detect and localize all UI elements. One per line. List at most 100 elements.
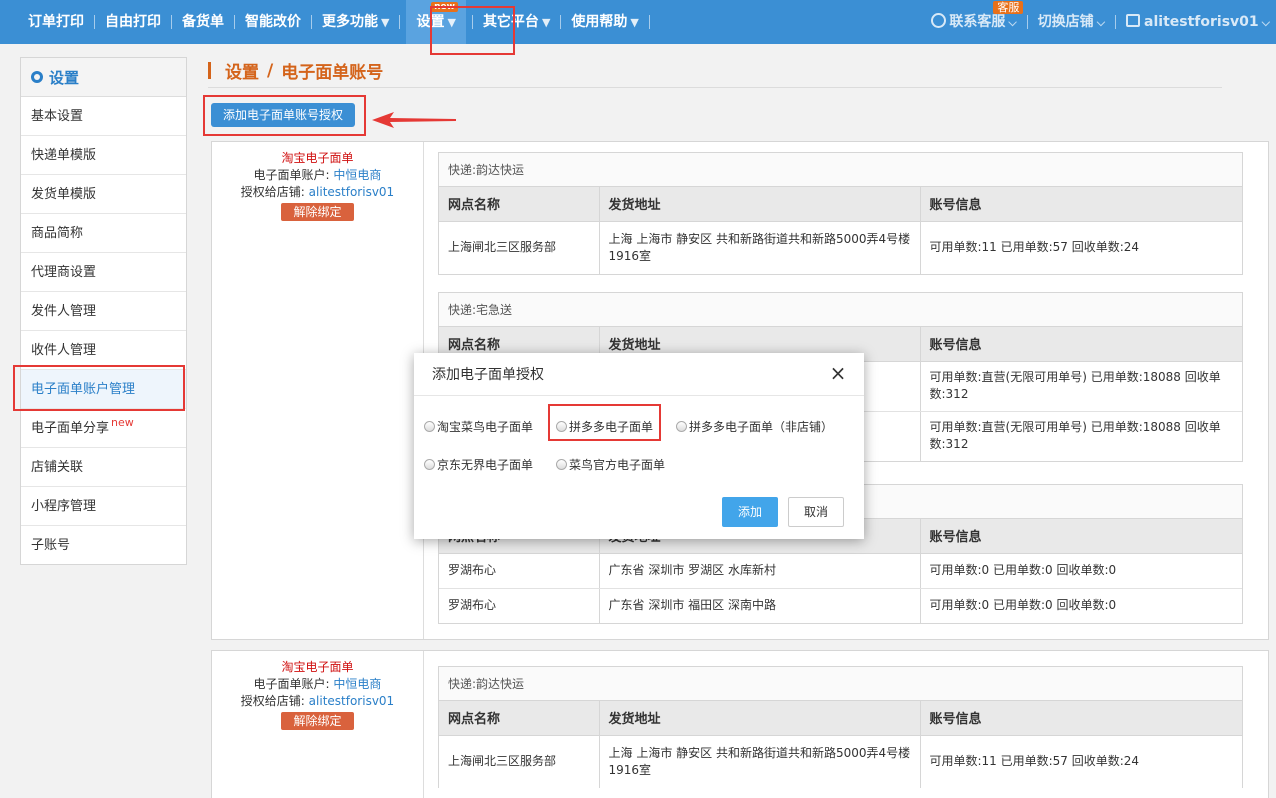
breadcrumb-root[interactable]: 设置 <box>225 58 259 83</box>
nav-help[interactable]: 使用帮助 ▼ <box>561 0 648 44</box>
radio-button[interactable] <box>556 459 567 470</box>
dialog-title: 添加电子面单授权 <box>432 367 544 383</box>
chevron-down-icon: ⌵ <box>1261 16 1270 29</box>
add-waybill-auth-button[interactable]: 添加电子面单账号授权 <box>211 103 355 127</box>
sidebar-item-shop-link[interactable]: 店铺关联 <box>21 448 186 487</box>
shop-icon <box>1126 14 1141 27</box>
dialog-header: 添加电子面单授权 × <box>414 353 864 396</box>
account-stats: 可用单数:0 已用单数:0 回收单数:0 <box>920 553 1242 589</box>
sidebar-item-receiver-management[interactable]: 收件人管理 <box>21 331 186 370</box>
ship-address: 广东省 深圳市 福田区 深南中路 <box>599 588 921 623</box>
account-info: 淘宝电子面单 电子面单账户: 中恒电商 授权给店铺: alitestforisv… <box>212 142 423 221</box>
chevron-down-icon: ⌵ <box>1008 16 1017 29</box>
nav-smart-price[interactable]: 智能改价 <box>235 0 311 44</box>
nav-more-functions[interactable]: 更多功能 ▼ <box>312 0 399 44</box>
table-row: 上海闸北三区服务部 上海 上海市 静安区 共和新路街道共和新路5000弄4号楼1… <box>439 735 1242 788</box>
nav-free-print[interactable]: 自由打印 <box>95 0 171 44</box>
express-name: 快递:韵达快运 <box>439 667 1242 701</box>
sidebar-header: 设置 <box>21 58 186 97</box>
radio-button[interactable] <box>424 421 435 432</box>
headset-icon <box>931 13 947 28</box>
sidebar-item-product-short-name[interactable]: 商品简称 <box>21 214 186 253</box>
column-header: 发货地址 <box>599 187 921 222</box>
gear-icon <box>31 71 43 83</box>
new-tag: new <box>111 416 134 429</box>
nav-separator <box>648 15 650 29</box>
add-waybill-auth-dialog: 添加电子面单授权 × 淘宝菜鸟电子面单 拼多多电子面单 拼多多电子面单（非店铺）… <box>414 353 864 539</box>
panel-divider <box>423 651 424 798</box>
option-taobao-cainiao[interactable]: 淘宝菜鸟电子面单 <box>424 418 533 435</box>
shop-name-link[interactable]: alitestforisv01 <box>309 694 395 708</box>
radio-button[interactable] <box>556 421 567 432</box>
ship-address: 广东省 深圳市 罗湖区 水库新村 <box>599 553 921 589</box>
table-row: 罗湖布心 广东省 深圳市 福田区 深南中路 可用单数:0 已用单数:0 回收单数… <box>439 588 1242 623</box>
sidebar-item-waybill-share[interactable]: 电子面单分享 new <box>21 409 186 448</box>
caret-down-icon: ▼ <box>447 16 456 29</box>
table-row: 罗湖布心 广东省 深圳市 罗湖区 水库新村 可用单数:0 已用单数:0 回收单数… <box>439 553 1242 589</box>
account-stats: 可用单数:0 已用单数:0 回收单数:0 <box>929 598 1117 613</box>
user-menu[interactable]: alitestforisv01 ⌵ <box>1116 0 1276 44</box>
column-header: 账号信息 <box>920 327 1242 362</box>
sidebar-item-mini-program[interactable]: 小程序管理 <box>21 487 186 526</box>
account-stats: 可用单数:直营(无限可用单号) 已用单数:18088 回收单数:312 <box>929 420 1221 452</box>
branch-name: 罗湖布心 <box>439 588 600 623</box>
switch-shop-button[interactable]: 切换店铺 ⌵ <box>1028 0 1115 44</box>
add-button[interactable]: 添加 <box>722 497 778 527</box>
nav-separator <box>399 15 401 29</box>
branch-name: 上海闸北三区服务部 <box>439 221 600 274</box>
express-block: 快递:韵达快运 网点名称 发货地址 账号信息 上海闸北三区服务部 上海 上海市 … <box>438 666 1243 788</box>
sidebar-item-sub-account[interactable]: 子账号 <box>21 526 186 565</box>
page-title: 电子面单账号 <box>281 63 384 83</box>
caret-down-icon: ▼ <box>630 16 639 29</box>
account-name-link[interactable]: 中恒电商 <box>333 677 381 691</box>
express-name: 快递:宅急送 <box>439 293 1242 327</box>
breadcrumb-separator: / <box>267 60 274 81</box>
branch-name: 罗湖布心 <box>439 553 600 589</box>
nav-settings[interactable]: 设置 ▼ new <box>406 0 466 44</box>
column-header: 网点名称 <box>439 187 600 222</box>
nav-right: 联系客服 ⌵ 客服 切换店铺 ⌵ alitestforisv01 ⌵ <box>921 0 1276 44</box>
option-cainiao-official[interactable]: 菜鸟官方电子面单 <box>556 456 665 473</box>
account-type: 淘宝电子面单 <box>281 151 354 165</box>
sidebar-item-waybill-account[interactable]: 电子面单账户管理 <box>21 370 186 409</box>
caret-down-icon: ▼ <box>541 16 551 29</box>
nav-stock-list[interactable]: 备货单 <box>172 0 234 44</box>
sidebar-item-delivery-template[interactable]: 发货单模版 <box>21 175 186 214</box>
column-header: 账号信息 <box>920 701 1242 736</box>
branch-name: 上海闸北三区服务部 <box>439 735 600 788</box>
option-jd-wujie[interactable]: 京东无界电子面单 <box>424 456 533 473</box>
column-header: 账号信息 <box>920 187 1242 222</box>
sidebar: 设置 基本设置 快递单模版 发货单模版 商品简称 代理商设置 发件人管理 收件人… <box>20 57 187 565</box>
contact-service-button[interactable]: 联系客服 ⌵ 客服 <box>921 0 1026 44</box>
sidebar-item-express-template[interactable]: 快递单模版 <box>21 136 186 175</box>
option-pinduoduo[interactable]: 拼多多电子面单 <box>556 418 653 435</box>
express-name: 快递:韵达快运 <box>439 153 1242 187</box>
cancel-button[interactable]: 取消 <box>788 497 844 527</box>
caret-down-icon: ▼ <box>381 16 390 29</box>
sidebar-item-sender-management[interactable]: 发件人管理 <box>21 292 186 331</box>
column-header: 网点名称 <box>439 701 600 736</box>
close-icon[interactable]: × <box>828 363 848 384</box>
sidebar-item-basic-settings[interactable]: 基本设置 <box>21 97 186 136</box>
top-nav: 订单打印 自由打印 备货单 智能改价 更多功能 ▼ 设置 ▼ new 其它平台 ▼ 使用… <box>0 0 1276 44</box>
nav-other-platforms[interactable]: 其它平台 ▼ <box>473 0 560 44</box>
express-block: 快递:韵达快运 网点名称 发货地址 账号信息 上海闸北三区服务部 上海 上海市 … <box>438 152 1243 275</box>
shop-name-link[interactable]: alitestforisv01 <box>309 185 395 199</box>
breadcrumb: 设置 / 电子面单账号 <box>208 58 383 83</box>
ship-address: 上海 上海市 静安区 共和新路街道共和新路5000弄4号楼1916室 <box>599 221 921 274</box>
unbind-button[interactable]: 解除绑定 <box>281 712 354 730</box>
account-stats: 可用单数:11 已用单数:57 回收单数:24 <box>929 240 1140 255</box>
account-type: 淘宝电子面单 <box>281 660 354 674</box>
option-pinduoduo-non-shop[interactable]: 拼多多电子面单（非店铺） <box>676 418 833 435</box>
column-header: 账号信息 <box>920 519 1242 554</box>
radio-button[interactable] <box>424 459 435 470</box>
account-name-link[interactable]: 中恒电商 <box>333 168 381 182</box>
unbind-button[interactable]: 解除绑定 <box>281 203 354 221</box>
service-badge: 客服 <box>993 1 1024 14</box>
radio-button[interactable] <box>676 421 687 432</box>
nav-order-print[interactable]: 订单打印 <box>18 0 94 44</box>
sidebar-item-agent-settings[interactable]: 代理商设置 <box>21 253 186 292</box>
ship-address: 上海 上海市 静安区 共和新路街道共和新路5000弄4号楼1916室 <box>599 735 921 788</box>
new-badge: new <box>431 2 458 12</box>
account-stats: 可用单数:11 已用单数:57 回收单数:24 <box>929 754 1140 769</box>
